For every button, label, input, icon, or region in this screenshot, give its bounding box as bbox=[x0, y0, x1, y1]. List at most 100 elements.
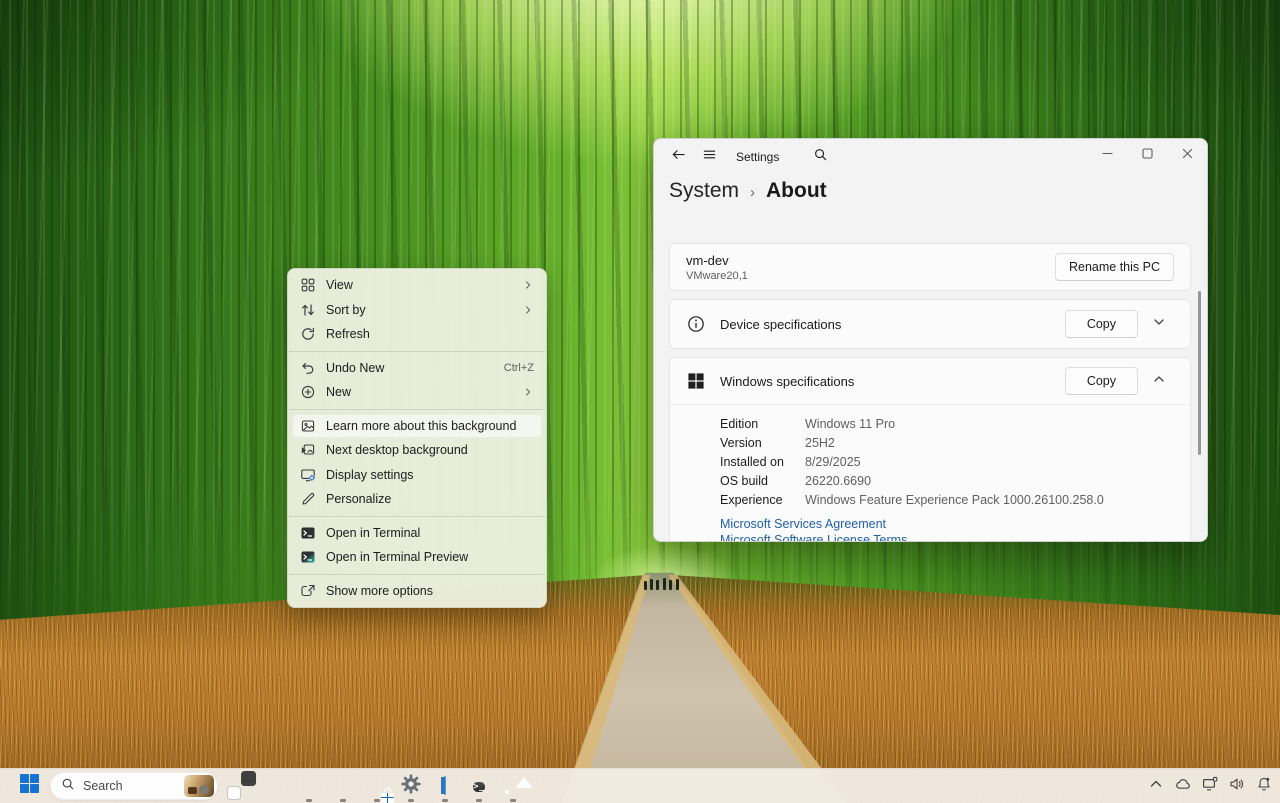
notepad-icon bbox=[444, 777, 446, 795]
menu-item-refresh[interactable]: Refresh bbox=[292, 322, 542, 347]
chevron-down-icon bbox=[1153, 315, 1165, 333]
device-specs-copy-button[interactable]: Copy bbox=[1065, 310, 1138, 338]
chevron-right-icon bbox=[522, 386, 534, 398]
hidden-icons-button[interactable] bbox=[1148, 776, 1164, 797]
spec-row-os-build: OS build26220.6690 bbox=[720, 472, 1174, 491]
photos-button[interactable] bbox=[498, 769, 528, 803]
settings-search-button[interactable] bbox=[807, 144, 833, 170]
menu-separator bbox=[289, 574, 545, 575]
volume-icon[interactable] bbox=[1229, 776, 1245, 797]
spec-row-version: Version25H2 bbox=[720, 434, 1174, 453]
breadcrumb-separator-icon: › bbox=[750, 184, 755, 201]
windows-specs-header[interactable]: Windows specifications Copy bbox=[670, 358, 1190, 404]
device-specs-title: Device specifications bbox=[720, 317, 841, 332]
settings-gear-icon bbox=[400, 773, 422, 800]
device-specifications-card[interactable]: Device specifications Copy bbox=[669, 299, 1191, 349]
device-specs-expand-button[interactable] bbox=[1144, 309, 1174, 339]
menu-item-label: Display settings bbox=[326, 468, 534, 482]
notifications-icon[interactable] bbox=[1256, 776, 1272, 797]
microsoft-store-button[interactable] bbox=[362, 769, 392, 803]
menu-separator bbox=[289, 516, 545, 517]
windows-specifications-card: Windows specifications Copy EditionWindo… bbox=[669, 357, 1191, 542]
back-arrow-icon bbox=[671, 147, 686, 167]
windows-specs-title: Windows specifications bbox=[720, 374, 854, 389]
window-title: Settings bbox=[736, 150, 779, 164]
menu-item-label: Personalize bbox=[326, 492, 534, 506]
running-indicator bbox=[374, 799, 380, 802]
network-icon[interactable] bbox=[1202, 776, 1218, 797]
start-button[interactable] bbox=[14, 769, 44, 803]
device-name-card: vm-dev VMware20,1 Rename this PC bbox=[669, 243, 1191, 291]
back-button[interactable] bbox=[665, 144, 691, 170]
spec-label: OS build bbox=[720, 472, 805, 491]
settings-window: Settings System › About vm-dev VMware20,… bbox=[653, 138, 1208, 542]
wallpaper-people bbox=[642, 570, 686, 590]
menu-item-label: Show more options bbox=[326, 584, 534, 598]
running-indicator bbox=[306, 799, 312, 802]
menu-item-label: Learn more about this background bbox=[326, 419, 534, 433]
menu-item-show-more-options[interactable]: Show more options bbox=[292, 579, 542, 604]
menu-item-undo-new[interactable]: Undo NewCtrl+Z bbox=[292, 356, 542, 381]
chevron-right-icon bbox=[522, 304, 534, 316]
search-highlight-thumbnail[interactable] bbox=[184, 775, 214, 797]
chevron-right-icon bbox=[522, 279, 534, 291]
running-indicator bbox=[340, 799, 346, 802]
settings-scrollbar[interactable] bbox=[1198, 291, 1201, 455]
taskbar-search-box[interactable]: Search bbox=[50, 772, 218, 800]
menu-separator bbox=[289, 409, 545, 410]
window-controls bbox=[1087, 139, 1207, 173]
menu-item-learn-more-about-this-background[interactable]: Learn more about this background bbox=[292, 414, 542, 439]
menu-item-label: Undo New bbox=[326, 361, 496, 375]
terminal-button[interactable]: >_ bbox=[464, 769, 494, 803]
task-view-button[interactable] bbox=[226, 769, 256, 803]
minimize-button[interactable] bbox=[1087, 139, 1127, 173]
windows-specs-body: EditionWindows 11 ProVersion25H2Installe… bbox=[670, 404, 1190, 542]
windows-specs-collapse-button[interactable] bbox=[1144, 366, 1174, 396]
maximize-icon bbox=[1141, 147, 1154, 165]
sort-icon bbox=[300, 302, 316, 318]
desktop: ViewSort byRefresh Undo NewCtrl+ZNew Learn… bbox=[0, 0, 1280, 803]
notepad-button[interactable] bbox=[430, 769, 460, 803]
menu-item-view[interactable]: View bbox=[292, 273, 542, 298]
navigation-menu-button[interactable] bbox=[696, 144, 722, 170]
close-icon bbox=[1181, 147, 1194, 165]
rename-pc-button[interactable]: Rename this PC bbox=[1055, 253, 1174, 281]
running-indicator bbox=[408, 799, 414, 802]
running-indicator bbox=[510, 799, 516, 802]
menu-item-next-desktop-background[interactable]: Next desktop background bbox=[292, 438, 542, 463]
undo-icon bbox=[300, 360, 316, 376]
running-indicator bbox=[476, 799, 482, 802]
breadcrumb-system[interactable]: System bbox=[669, 179, 739, 203]
file-explorer-button[interactable] bbox=[294, 769, 324, 803]
maximize-button[interactable] bbox=[1127, 139, 1167, 173]
link-microsoft-software-license-terms[interactable]: Microsoft Software License Terms bbox=[720, 532, 1174, 542]
image-icon bbox=[300, 418, 316, 434]
settings-titlebar: Settings bbox=[654, 139, 1207, 175]
info-circle-icon bbox=[686, 314, 706, 334]
minimize-icon bbox=[1101, 147, 1114, 165]
device-name: vm-dev bbox=[686, 253, 748, 268]
terminal-preview-icon bbox=[300, 549, 316, 565]
menu-item-open-in-terminal[interactable]: Open in Terminal bbox=[292, 521, 542, 546]
windows-specs-copy-button[interactable]: Copy bbox=[1065, 367, 1138, 395]
refresh-icon bbox=[300, 326, 316, 342]
edge-button[interactable] bbox=[328, 769, 358, 803]
terminal-icon bbox=[300, 525, 316, 541]
menu-item-sort-by[interactable]: Sort by bbox=[292, 298, 542, 323]
settings-button[interactable] bbox=[396, 769, 426, 803]
spec-label: Edition bbox=[720, 415, 805, 434]
menu-item-open-in-terminal-preview[interactable]: Open in Terminal Preview bbox=[292, 545, 542, 570]
onedrive-icon[interactable] bbox=[1175, 776, 1191, 797]
menu-item-new[interactable]: New bbox=[292, 380, 542, 405]
link-microsoft-services-agreement[interactable]: Microsoft Services Agreement bbox=[720, 516, 1174, 532]
taskbar: Search >_ bbox=[0, 768, 1280, 803]
menu-item-display-settings[interactable]: Display settings bbox=[292, 463, 542, 488]
menu-item-label: Next desktop background bbox=[326, 443, 534, 457]
spec-value: Windows 11 Pro bbox=[805, 415, 895, 434]
copilot-button[interactable] bbox=[260, 769, 290, 803]
spec-value: 25H2 bbox=[805, 434, 835, 453]
menu-item-personalize[interactable]: Personalize bbox=[292, 487, 542, 512]
windows-start-icon bbox=[19, 773, 40, 799]
close-button[interactable] bbox=[1167, 139, 1207, 173]
device-model: VMware20,1 bbox=[686, 270, 748, 282]
